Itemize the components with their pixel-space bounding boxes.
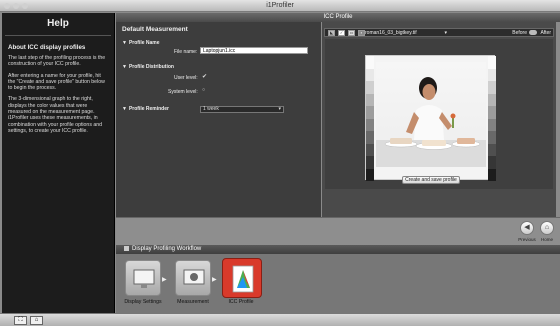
- help-paragraph: The 3-dimensional graph to the right, di…: [8, 96, 103, 134]
- after-label: After: [540, 30, 551, 36]
- graph-view-icon[interactable]: ◣: [328, 30, 335, 36]
- panel-title: ICC Profile: [116, 13, 560, 22]
- workflow-step-measurement[interactable]: [175, 260, 211, 296]
- arrow-right-icon: ▶: [162, 277, 167, 283]
- profile-reminder-label: ▼ Profile Reminder: [122, 106, 169, 112]
- profile-name-section[interactable]: ▼ Profile Name: [122, 40, 160, 46]
- settings-title: Default Measurement: [122, 26, 188, 33]
- system-level-checkbox[interactable]: ○: [202, 87, 205, 93]
- file-name-label: File name:: [174, 49, 198, 55]
- user-level-label: User level:: [174, 75, 198, 81]
- file-name-field[interactable]: Laptopjun1.icc: [200, 47, 308, 54]
- reference-image: [365, 55, 496, 181]
- image-preview-panel: ◣ ✓ ▭ ▪ roman16_03_bigtkey.tif ▾ Before …: [322, 22, 556, 217]
- fullscreen-icon[interactable]: ⛶: [14, 316, 27, 325]
- profile-distribution-section[interactable]: ▼ Profile Distribution: [122, 64, 174, 70]
- home-icon[interactable]: ⌂: [30, 316, 43, 325]
- arrow-right-icon: ▶: [212, 277, 217, 283]
- home-label: Home: [540, 237, 553, 242]
- window-controls: [4, 3, 28, 9]
- collapse-icon[interactable]: [124, 245, 129, 251]
- color-swatch-strip: [366, 56, 374, 181]
- workflow-step-display-settings[interactable]: [125, 260, 161, 296]
- home-button[interactable]: ⌂: [540, 221, 554, 235]
- bottom-toolbar: ⛶ ⌂: [0, 313, 560, 326]
- close-window-button[interactable]: [4, 3, 10, 9]
- display-settings-icon: [133, 269, 155, 288]
- minimize-window-button[interactable]: [13, 3, 19, 9]
- image-select-icon[interactable]: ▪: [358, 30, 365, 36]
- before-label: Before: [512, 30, 527, 36]
- arrow-left-icon: ◀: [524, 224, 530, 231]
- preview-canvas: [325, 39, 553, 189]
- workflow-step-icc-profile[interactable]: [222, 258, 262, 298]
- icc-profile-icon: [232, 265, 254, 293]
- image-select-dropdown[interactable]: roman16_03_bigtkey.tif ▾: [365, 30, 447, 36]
- color-swatch-strip: [488, 56, 496, 181]
- window-title: i1Profiler: [266, 2, 294, 9]
- help-paragraph: The last step of the profiling process i…: [8, 55, 106, 68]
- previous-button[interactable]: ◀: [520, 221, 534, 235]
- home-icon: ⌂: [544, 224, 550, 231]
- measurement-icon: [183, 269, 205, 285]
- help-title: Help: [5, 13, 111, 36]
- before-after-toggle[interactable]: [529, 30, 537, 35]
- disclosure-triangle-icon: ▼: [122, 64, 127, 70]
- settings-panel: Default Measurement ▼ Profile Name File n…: [116, 22, 321, 217]
- preview-toolbar: ◣ ✓ ▭ ▪ roman16_03_bigtkey.tif ▾ Before …: [324, 28, 554, 37]
- profile-reminder-select[interactable]: 1 week ▾: [200, 106, 284, 113]
- chevron-down-icon: ▾: [444, 30, 447, 36]
- zoom-window-button[interactable]: [22, 3, 28, 9]
- workflow-label-display-settings: Display Settings: [124, 299, 162, 305]
- sample-photo: [376, 62, 486, 167]
- workflow-panel: Display Profiling Workflow ▶ ▶ Display S…: [116, 245, 560, 313]
- create-and-save-profile-button[interactable]: Create and save profile: [402, 176, 460, 184]
- window-titlebar: i1Profiler: [0, 0, 560, 12]
- workflow-label-icc-profile: ICC Profile: [228, 299, 254, 305]
- help-heading: About ICC display profiles: [8, 44, 86, 51]
- workflow-label-measurement: Measurement: [177, 299, 209, 305]
- woman-with-food-illustration: [376, 77, 486, 167]
- system-level-label: System level:: [168, 89, 198, 95]
- help-paragraph: After entering a name for your profile, …: [8, 72, 105, 92]
- disclosure-triangle-icon: ▼: [122, 40, 127, 46]
- help-panel: Help About ICC display profiles The last…: [2, 13, 115, 313]
- image-view-icon[interactable]: ▭: [348, 30, 355, 36]
- disclosure-triangle-icon: ▼: [122, 106, 127, 112]
- navigation-bar: ◀ Previous ⌂ Home: [116, 217, 560, 245]
- workflow-header: Display Profiling Workflow: [116, 245, 560, 254]
- user-level-checkbox[interactable]: ✔: [202, 73, 207, 80]
- chevron-down-icon: ▾: [278, 106, 281, 112]
- checkmark-icon[interactable]: ✓: [338, 30, 345, 36]
